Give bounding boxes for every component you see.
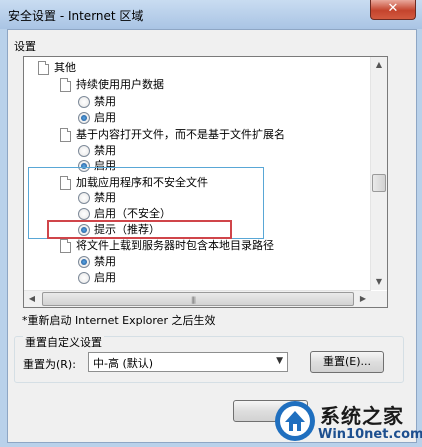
horizontal-scrollbar[interactable]: ◀ ||| ▶	[24, 290, 371, 307]
page-icon	[38, 61, 49, 75]
vertical-scroll-thumb[interactable]	[372, 174, 386, 192]
radio-button[interactable]	[78, 112, 90, 124]
vertical-scrollbar[interactable]: ▲ ▼	[370, 57, 387, 290]
option-label: 禁用	[94, 144, 116, 157]
scroll-down-icon[interactable]: ▼	[371, 274, 387, 290]
radio-button[interactable]	[78, 96, 90, 108]
scrollbar-corner	[371, 291, 387, 307]
category-label: 其他	[54, 61, 76, 74]
window-title: 安全设置 - Internet 区域	[8, 9, 144, 23]
scroll-right-icon[interactable]: ▶	[355, 291, 371, 307]
close-icon: ✕	[387, 1, 399, 16]
watermark-url: Win10net.com	[318, 427, 422, 442]
reset-button[interactable]: 重置(E)...	[310, 351, 384, 373]
page-icon	[60, 78, 71, 92]
setting-label: 持续使用用户数据	[76, 78, 164, 91]
page-icon	[60, 128, 71, 142]
scroll-up-icon[interactable]: ▲	[371, 57, 387, 73]
settings-label: 设置	[14, 40, 36, 53]
reset-to-label: 重置为(R):	[23, 358, 76, 371]
option-label: 禁用	[94, 255, 116, 268]
watermark-title: 系统之家	[320, 404, 404, 428]
setting-label: 将文件上载到服务器时包含本地目录路径	[76, 239, 274, 252]
scroll-left-icon[interactable]: ◀	[24, 291, 40, 307]
close-button[interactable]: ✕	[370, 0, 416, 20]
option-label: 禁用	[94, 95, 116, 108]
title-bar: 安全设置 - Internet 区域 ✕	[0, 0, 422, 29]
radio-button[interactable]	[78, 145, 90, 157]
security-level-select[interactable]: 中-高 (默认) ▼	[88, 352, 288, 372]
selected-level: 中-高 (默认)	[93, 357, 154, 370]
horizontal-scroll-thumb[interactable]: |||	[42, 292, 354, 306]
grip-icon: |||	[191, 296, 196, 304]
option-label: 启用	[94, 111, 116, 124]
reset-group-label: 重置自定义设置	[23, 334, 104, 350]
watermark: 系统之家 Win10net.com	[272, 396, 422, 447]
radio-button[interactable]	[78, 272, 90, 284]
option-label: 启用	[94, 271, 116, 284]
radio-button[interactable]	[78, 256, 90, 268]
setting-label: 基于内容打开文件，而不是基于文件扩展名	[76, 128, 285, 141]
dropdown-arrow-icon[interactable]: ▼	[276, 356, 283, 366]
page-icon	[60, 239, 71, 253]
annotation-red-box	[47, 220, 232, 239]
restart-note: *重新启动 Internet Explorer 之后生效	[22, 314, 216, 327]
watermark-logo-icon	[275, 401, 315, 441]
